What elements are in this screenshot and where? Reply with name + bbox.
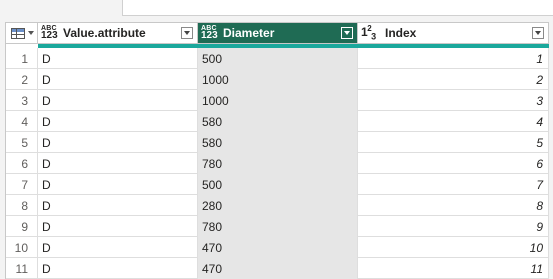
row-number[interactable]: 3 [6,90,38,111]
whole-number-type-icon[interactable]: 123 [361,24,383,41]
cell-diameter[interactable]: 470 [198,258,358,279]
table-row[interactable]: 4 D 580 4 [6,111,549,132]
cell-diameter[interactable]: 500 [198,48,358,69]
chevron-down-icon [28,31,34,35]
cell-value-attribute[interactable]: D [38,174,198,195]
table-menu-button[interactable] [6,23,38,43]
table-row[interactable]: 9 D 780 9 [6,216,549,237]
cell-value-attribute[interactable]: D [38,258,198,279]
cell-diameter[interactable]: 780 [198,216,358,237]
cell-diameter[interactable]: 500 [198,174,358,195]
cell-value-attribute[interactable]: D [38,48,198,69]
cell-index[interactable]: 6 [358,153,549,174]
cell-value-attribute[interactable]: D [38,111,198,132]
table-row[interactable]: 3 D 1000 3 [6,90,549,111]
filter-dropdown-icon[interactable] [341,27,353,39]
row-number[interactable]: 2 [6,69,38,90]
table-row[interactable]: 6 D 780 6 [6,153,549,174]
cell-diameter[interactable]: 1000 [198,90,358,111]
cell-index[interactable]: 7 [358,174,549,195]
row-number[interactable]: 4 [6,111,38,132]
filter-dropdown-icon[interactable] [532,27,544,39]
column-label: Value.attribute [63,26,146,40]
cell-index[interactable]: 9 [358,216,549,237]
cell-index[interactable]: 4 [358,111,549,132]
formula-bar-area[interactable] [122,0,553,16]
table-icon [11,27,25,39]
row-number[interactable]: 7 [6,174,38,195]
column-header-index[interactable]: 123 Index [358,23,549,43]
row-number[interactable]: 5 [6,132,38,153]
cell-value-attribute[interactable]: D [38,195,198,216]
cell-value-attribute[interactable]: D [38,90,198,111]
filter-dropdown-icon[interactable] [181,27,193,39]
cell-value-attribute[interactable]: D [38,132,198,153]
row-number[interactable]: 11 [6,258,38,279]
column-header-value-attribute[interactable]: ABC 123 Value.attribute [38,23,198,43]
cell-value-attribute[interactable]: D [38,237,198,258]
cell-index[interactable]: 8 [358,195,549,216]
data-grid: ABC 123 Value.attribute ABC 123 Diameter… [5,22,549,279]
table-row[interactable]: 11 D 470 11 [6,258,549,279]
cell-diameter[interactable]: 280 [198,195,358,216]
cell-index[interactable]: 2 [358,69,549,90]
column-label: Diameter [223,26,275,40]
cell-diameter[interactable]: 1000 [198,69,358,90]
row-number[interactable]: 8 [6,195,38,216]
row-number[interactable]: 9 [6,216,38,237]
cell-index[interactable]: 1 [358,48,549,69]
table-row[interactable]: 7 D 500 7 [6,174,549,195]
cell-value-attribute[interactable]: D [38,153,198,174]
cell-diameter[interactable]: 580 [198,132,358,153]
any-type-icon[interactable]: ABC 123 [201,25,221,41]
column-label: Index [385,26,417,40]
cell-value-attribute[interactable]: D [38,69,198,90]
cell-index[interactable]: 3 [358,90,549,111]
cell-diameter[interactable]: 780 [198,153,358,174]
cell-value-attribute[interactable]: D [38,216,198,237]
grid-header: ABC 123 Value.attribute ABC 123 Diameter… [6,23,549,44]
any-type-icon[interactable]: ABC 123 [41,25,61,41]
cell-diameter[interactable]: 580 [198,111,358,132]
row-number[interactable]: 10 [6,237,38,258]
row-number[interactable]: 1 [6,48,38,69]
table-row[interactable]: 5 D 580 5 [6,132,549,153]
column-header-diameter[interactable]: ABC 123 Diameter [198,23,358,43]
cell-index[interactable]: 11 [358,258,549,279]
table-row[interactable]: 8 D 280 8 [6,195,549,216]
cell-index[interactable]: 10 [358,237,549,258]
cell-index[interactable]: 5 [358,132,549,153]
table-row[interactable]: 2 D 1000 2 [6,69,549,90]
table-row[interactable]: 1 D 500 1 [6,48,549,69]
cell-diameter[interactable]: 470 [198,237,358,258]
row-number[interactable]: 6 [6,153,38,174]
grid-body: 1 D 500 1 2 D 1000 2 3 D 1000 3 4 D 580 4 5 D 580 5 6 D 780 6 7 D… [6,48,549,279]
table-row[interactable]: 10 D 470 10 [6,237,549,258]
